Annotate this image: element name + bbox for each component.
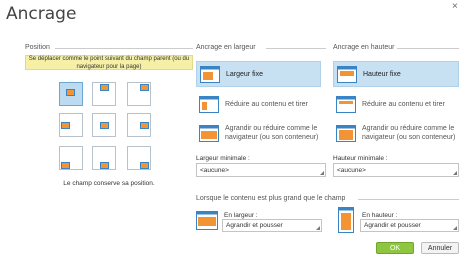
overflow-height-select[interactable]: Agrandir et pousser [360,219,459,232]
anchor-marker-icon [140,162,149,169]
overflow-height-label: En hauteur : [362,212,398,219]
overflow-group-title: Lorsque le contenu est plus grand que le… [196,195,346,202]
width-option-shrink-label: Réduire au contenu et tirer [225,100,308,108]
anchor-cell-top-left[interactable] [59,82,83,106]
width-option-shrink[interactable]: Réduire au contenu et tirer [196,91,321,117]
anchor-marker-icon [61,122,70,129]
overflow-width-value: Agrandir et pousser [226,222,283,229]
anchor-cell-bottom-left[interactable] [59,146,83,170]
fixed-height-icon [337,65,357,83]
height-option-fixed[interactable]: Hauteur fixe [333,61,459,87]
fixed-width-icon [200,65,220,83]
height-option-grow[interactable]: Agrandir ou réduire comme le navigateur … [333,120,459,146]
close-icon[interactable]: × [452,1,458,13]
min-height-select[interactable]: <aucune> [333,163,459,177]
anchor-cell-top-right[interactable] [127,82,151,106]
anchor-marker-icon [66,89,75,96]
height-option-grow-label-line2: navigateur (ou son conteneur) [362,134,456,141]
grow-height-icon [336,124,356,142]
anchor-cell-middle-right[interactable] [127,113,151,137]
dialog-title: Ancrage [6,4,77,24]
overflow-height-value: Agrandir et pousser [364,222,421,229]
min-width-value: <aucune> [200,167,229,174]
width-group-title: Ancrage en largeur [196,44,256,51]
anchor-marker-icon [61,162,70,169]
height-group-line [397,48,459,49]
grow-width-icon [199,124,219,142]
overflow-width-icon [196,211,218,230]
min-height-label: Hauteur minimale : [333,155,388,162]
width-option-grow-label-line1: Agrandir ou réduire comme le [225,125,318,132]
min-height-value: <aucune> [337,167,366,174]
dropdown-arrow-icon [316,226,320,230]
position-group-line [55,48,193,49]
overflow-width-label: En largeur : [224,212,258,219]
min-width-select[interactable]: <aucune> [196,163,326,177]
width-option-fixed-label: Largeur fixe [226,70,263,78]
anchor-cell-middle-left[interactable] [59,113,83,137]
width-option-grow[interactable]: Agrandir ou réduire comme le navigateur … [196,120,326,146]
ok-button[interactable]: OK [376,242,414,254]
position-note: Le champ conserve sa position. [63,180,155,187]
overflow-height-icon [338,207,354,233]
overflow-width-select[interactable]: Agrandir et pousser [222,219,322,232]
height-group-title: Ancrage en hauteur [333,44,395,51]
anchor-cell-bottom-right[interactable] [127,146,151,170]
min-width-label: Largeur minimale : [196,155,250,162]
anchor-cell-top-center[interactable] [92,82,116,106]
anchor-marker-icon [100,162,109,169]
dropdown-arrow-icon [453,226,457,230]
anchor-marker-icon [140,84,149,91]
overflow-group-line [358,199,459,200]
anchor-marker-icon [100,84,109,91]
position-tooltip: Se déplacer comme le point suivant du ch… [25,55,193,70]
anchor-cell-center[interactable] [92,113,116,137]
cancel-button[interactable]: Annuler [421,242,459,254]
height-option-shrink[interactable]: Réduire au contenu et tirer [333,91,459,117]
dropdown-arrow-icon [453,171,457,175]
anchor-cell-bottom-center[interactable] [92,146,116,170]
height-option-grow-label-line1: Agrandir ou réduire comme le [362,125,455,132]
height-option-shrink-label: Réduire au contenu et tirer [362,100,445,108]
dropdown-arrow-icon [320,171,324,175]
height-option-fixed-label: Hauteur fixe [363,70,401,78]
shrink-height-icon [336,95,356,113]
width-group-line [266,48,326,49]
anchor-marker-icon [140,122,149,129]
width-option-grow-label-line2: navigateur (ou son conteneur) [225,134,319,141]
width-option-fixed[interactable]: Largeur fixe [196,61,321,87]
shrink-width-icon [199,95,219,113]
anchor-marker-icon [100,122,109,129]
position-group-title: Position [25,44,50,51]
